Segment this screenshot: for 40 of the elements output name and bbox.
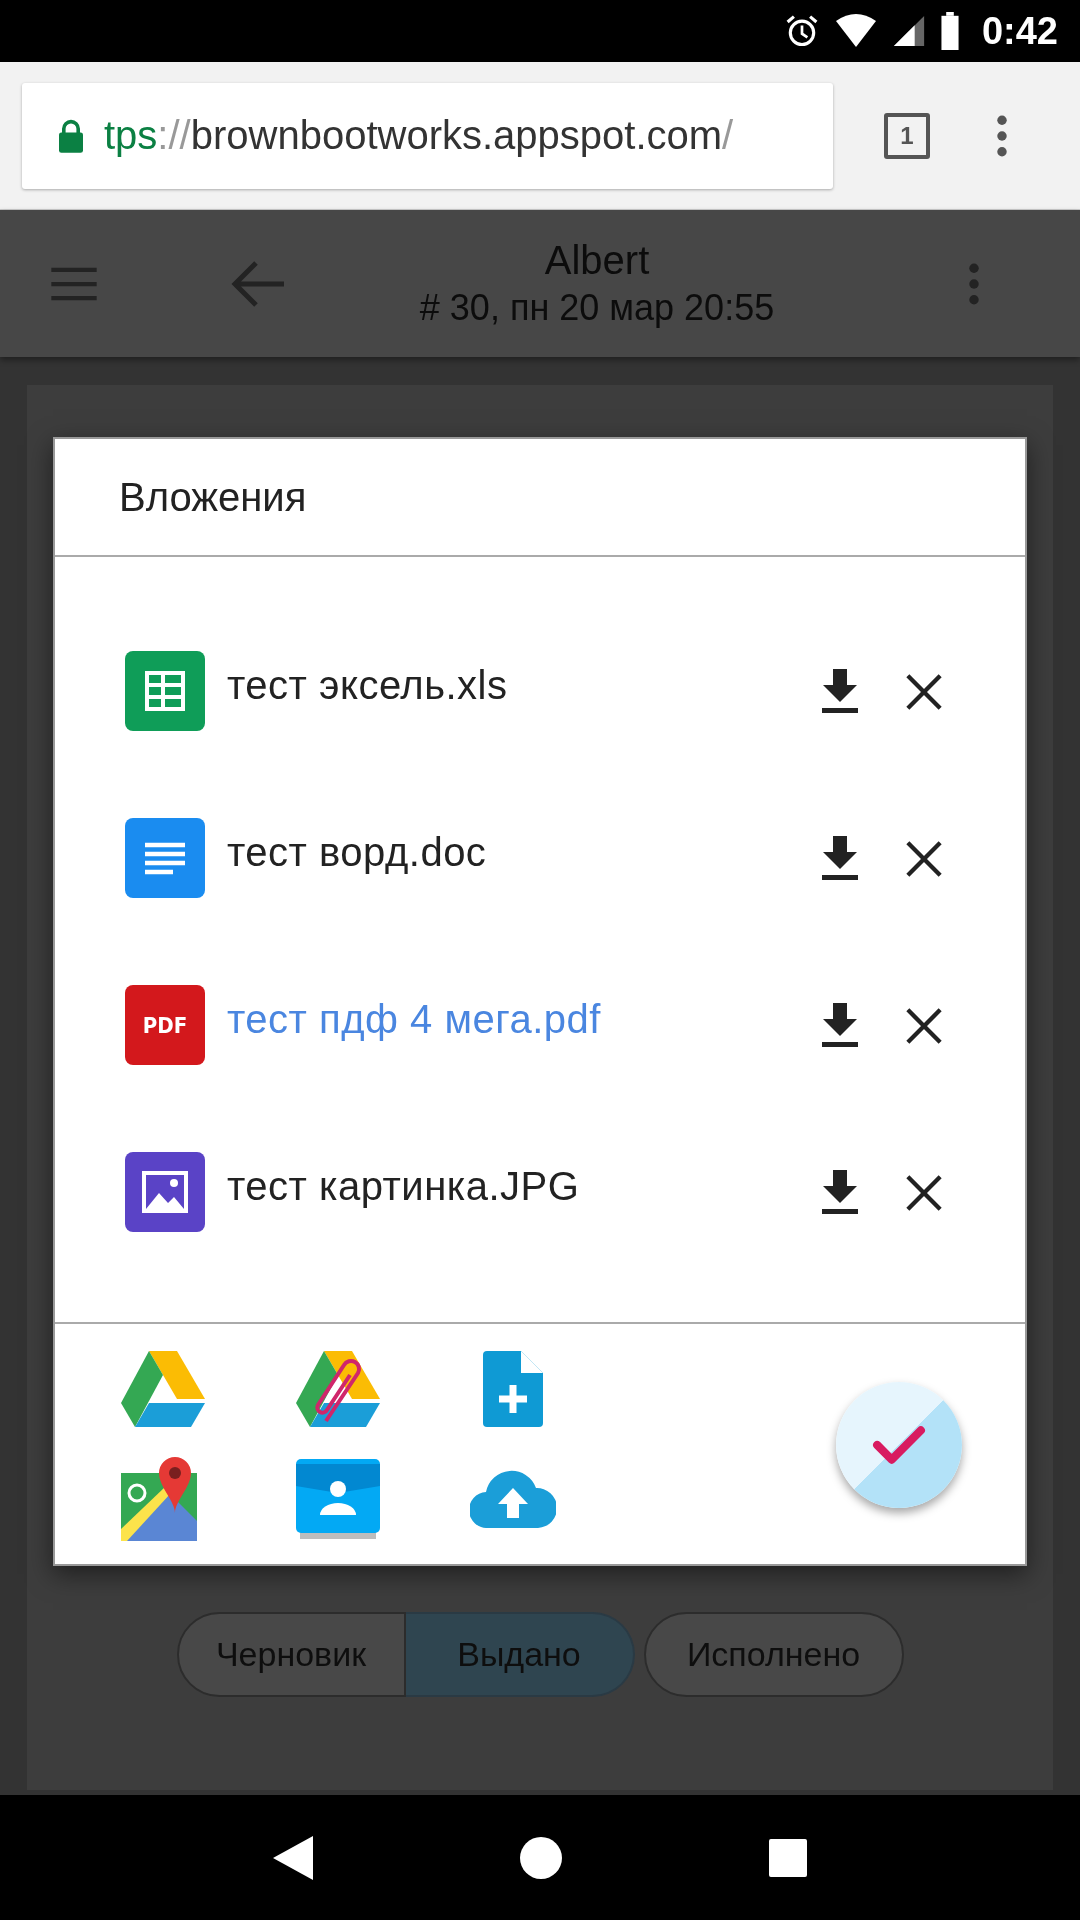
battery-icon [939,12,960,50]
close-icon[interactable] [905,840,943,878]
wifi-icon [833,13,878,49]
close-icon[interactable] [905,673,943,711]
file-name: тест картинка.JPG [227,1164,581,1209]
checkmark-icon [871,1425,927,1465]
app-title: Albert [543,238,651,283]
tab-switcher-button[interactable]: 1 [884,112,930,159]
app-subtitle: # 30, пн 20 мар 20:55 [418,287,776,329]
triangle-paperclip-icon[interactable] [295,1351,380,1427]
address-bar[interactable]: tps://brownbootworks.appspot.com/ [22,82,833,189]
download-icon[interactable] [822,1003,858,1047]
pdf-icon: PDF [125,985,205,1065]
dialog-title: Вложения [119,474,307,520]
menu-icon[interactable] [996,114,1008,157]
spreadsheet-icon [125,651,205,731]
status-chip[interactable]: Исполнено [643,1612,904,1697]
file-name[interactable]: тест пдф 4 мега.pdf [227,997,822,1042]
cloud-upload-icon[interactable] [469,1470,556,1528]
home-icon[interactable] [519,1835,563,1880]
confirm-button[interactable] [836,1382,962,1508]
contact-card-icon[interactable] [295,1459,380,1539]
lock-icon [56,117,86,154]
file-name: тест ворд.doc [227,830,488,875]
download-icon[interactable] [822,1170,858,1214]
status-chip[interactable]: Черновик [176,1612,406,1697]
document-icon [125,818,205,898]
close-icon[interactable] [905,1007,943,1045]
file-plus-icon[interactable] [482,1351,543,1427]
clock: 0:42 [981,9,1058,53]
image-icon [125,1152,205,1232]
triangle-icon[interactable] [120,1351,205,1427]
file-name: тест эксель.xls [227,663,509,708]
signal-icon [891,14,926,48]
download-icon[interactable] [822,669,858,713]
close-icon[interactable] [905,1174,943,1212]
recents-icon[interactable] [769,1838,807,1877]
download-icon[interactable] [822,836,858,880]
status-chip[interactable]: Выдано [405,1612,635,1697]
back-icon[interactable] [273,1835,313,1880]
